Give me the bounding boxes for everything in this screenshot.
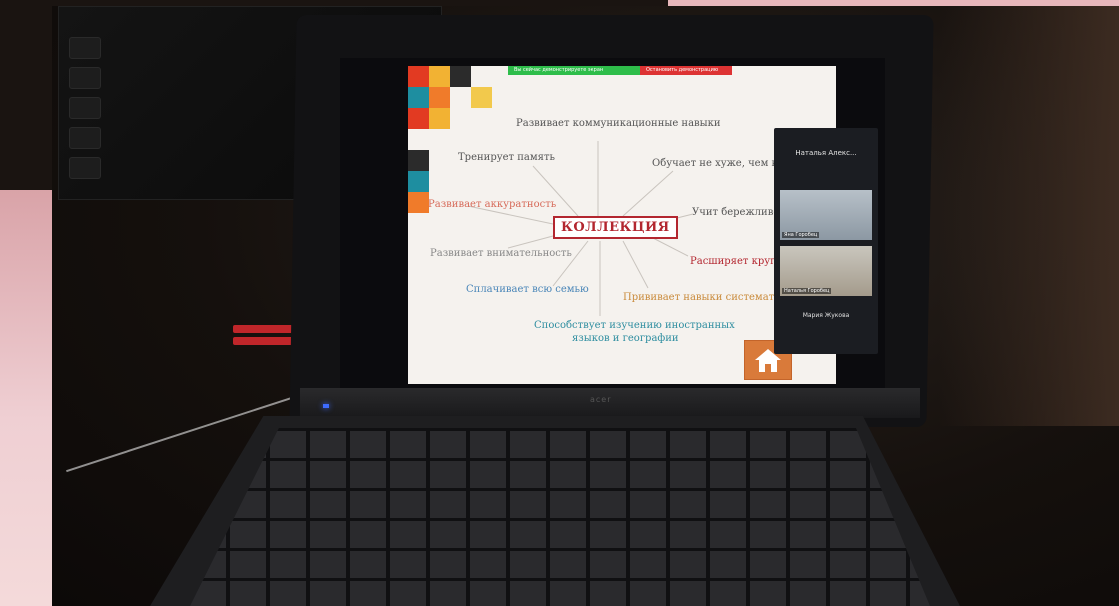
slide-center-title: КОЛЛЕКЦИЯ: [553, 216, 678, 239]
slide-label: языков и географии: [572, 333, 679, 344]
background-frame: [0, 190, 52, 606]
slide-label: Сплачивает всю семью: [466, 284, 589, 295]
participant-video-tile[interactable]: Наталья Горобец: [780, 246, 872, 296]
slide-label: Развивает коммуникационные навыки: [516, 118, 721, 129]
slide-label: Прививает навыки систематиз: [623, 292, 787, 303]
slide-label: Обучает не хуже, чем в ш: [652, 158, 790, 169]
video-participants-panel: Наталья Алекс... Яна Горобец Наталья Гор…: [774, 128, 878, 354]
slide-label: Развивает внимательность: [430, 248, 572, 259]
participant-caption: Наталья Горобец: [782, 288, 832, 294]
slide-label: Развивает аккуратность: [428, 199, 557, 210]
red-object: [233, 325, 293, 349]
power-led: [323, 404, 329, 408]
slide-label: Расширяет кругоз: [690, 256, 787, 267]
laptop-keyboard: [190, 428, 930, 606]
laptop-brand: acer: [590, 395, 612, 404]
participant-video-tile[interactable]: Яна Горобец: [780, 190, 872, 240]
slide-label: Тренирует память: [458, 152, 555, 163]
presentation-slide: Вы сейчас демонстрируете экран Остановит…: [408, 66, 836, 384]
slide-label: Способствует изучению иностранных: [534, 320, 735, 331]
participant-name-header: Наталья Алекс...: [795, 149, 857, 157]
background-shelf: [939, 6, 1119, 426]
participant-name-footer: Мария Жукова: [802, 312, 850, 319]
participant-caption: Яна Горобец: [782, 232, 820, 238]
